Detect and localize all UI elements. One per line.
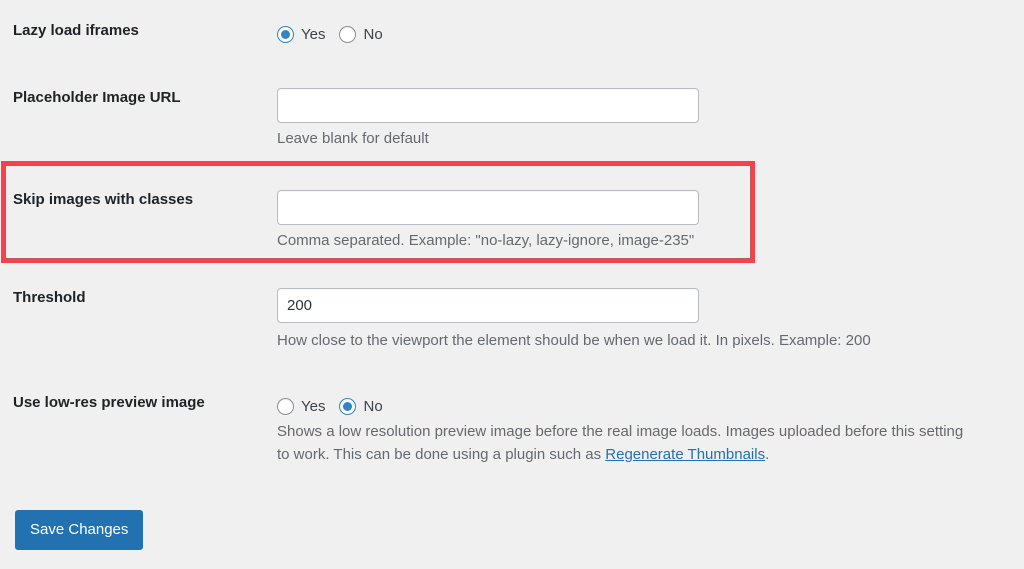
regenerate-thumbnails-link[interactable]: Regenerate Thumbnails — [605, 446, 765, 463]
setting-row-lazy-load-iframes: Lazy load iframes Yes No — [0, 21, 1024, 47]
radio-option-low-res-yes[interactable]: Yes — [277, 397, 326, 415]
radio-icon-unchecked[interactable] — [277, 397, 294, 415]
label-lazy-load-iframes: Lazy load iframes — [13, 22, 139, 39]
skip-images-with-classes-input[interactable] — [277, 190, 699, 225]
field-use-low-res-preview-image: Yes No — [277, 393, 1024, 419]
setting-row-skip-images-with-classes: Skip images with classes — [0, 190, 1024, 225]
setting-row-placeholder-image-url: Placeholder Image URL — [0, 88, 1024, 123]
radio-group-use-low-res-preview-image: Yes No — [277, 393, 1024, 419]
radio-group-lazy-load-iframes: Yes No — [277, 21, 1024, 47]
field-threshold — [277, 288, 1024, 323]
radio-label-no: No — [363, 25, 383, 43]
radio-label-yes: Yes — [301, 397, 326, 415]
label-threshold: Threshold — [13, 289, 86, 306]
threshold-input[interactable] — [277, 288, 699, 323]
description-placeholder-image-url: Leave blank for default — [277, 130, 429, 147]
radio-option-low-res-no[interactable]: No — [339, 397, 383, 415]
form-actions: Save Changes — [15, 510, 144, 550]
description-text-before-link: to work. This can be done using a plugin… — [277, 445, 606, 463]
radio-label-no: No — [363, 397, 383, 415]
radio-icon-checked[interactable] — [277, 25, 294, 43]
radio-icon-unchecked[interactable] — [339, 25, 357, 43]
setting-row-threshold: Threshold — [0, 288, 1024, 323]
description-line-1: Shows a low resolution preview image bef… — [277, 423, 964, 440]
setting-row-use-low-res-preview-image: Use low-res preview image Yes No — [0, 393, 1024, 419]
description-line-2: to work. This can be done using a plugin… — [277, 444, 1024, 467]
field-skip-images-with-classes — [277, 190, 1024, 225]
label-skip-images-with-classes: Skip images with classes — [13, 191, 194, 208]
field-placeholder-image-url — [277, 88, 1024, 123]
save-changes-button[interactable]: Save Changes — [15, 510, 144, 550]
label-placeholder-image-url: Placeholder Image URL — [13, 89, 181, 106]
radio-icon-checked[interactable] — [339, 397, 357, 415]
radio-label-yes: Yes — [301, 25, 326, 43]
description-threshold: How close to the viewport the element sh… — [277, 332, 871, 349]
description-text-after-link: . — [765, 445, 770, 463]
radio-option-lazy-load-iframes-no[interactable]: No — [339, 25, 383, 43]
placeholder-image-url-input[interactable] — [277, 88, 699, 123]
description-use-low-res-preview-image: Shows a low resolution preview image bef… — [277, 421, 1024, 466]
radio-option-lazy-load-iframes-yes[interactable]: Yes — [277, 25, 326, 43]
field-lazy-load-iframes: Yes No — [277, 21, 1024, 47]
description-skip-images-with-classes: Comma separated. Example: "no-lazy, lazy… — [277, 232, 695, 249]
label-use-low-res-preview-image: Use low-res preview image — [13, 394, 205, 411]
